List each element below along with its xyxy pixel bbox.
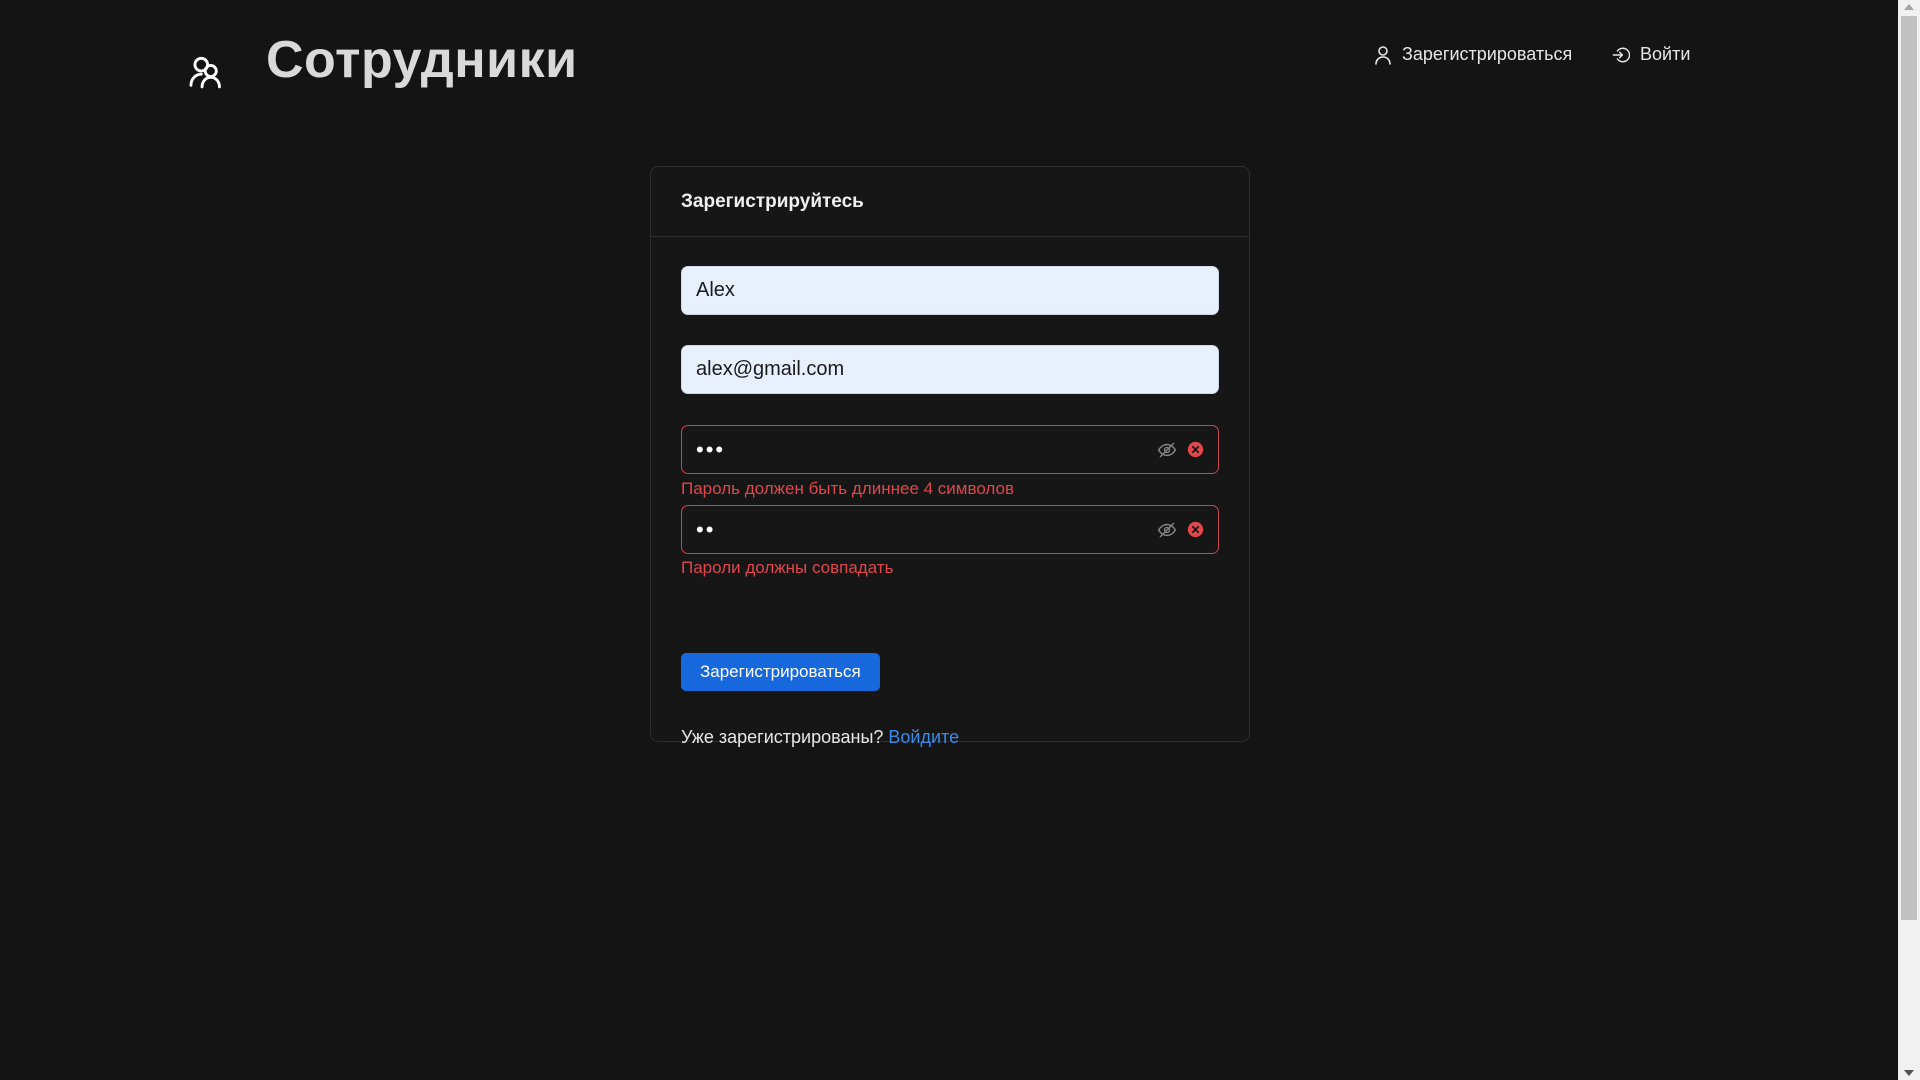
eye-off-icon[interactable] bbox=[1157, 520, 1177, 540]
app-title: Сотрудники bbox=[266, 31, 578, 89]
name-input[interactable]: Alex bbox=[681, 266, 1219, 315]
confirm-password-error: Пароли должны совпадать bbox=[681, 558, 894, 577]
password-value: ••• bbox=[696, 436, 726, 462]
nav-register-link[interactable]: Зарегистрироваться bbox=[1374, 44, 1572, 65]
confirm-password-input[interactable]: •• bbox=[681, 505, 1219, 554]
email-value: alex@gmail.com bbox=[696, 358, 845, 380]
header: Сотрудники Зарегистрироваться Войти bbox=[0, 0, 1898, 120]
close-circle-icon[interactable] bbox=[1187, 521, 1204, 538]
page: Сотрудники Зарегистрироваться Войти Заре… bbox=[0, 0, 1920, 1080]
vertical-scrollbar[interactable] bbox=[1898, 0, 1920, 1080]
confirm-password-value: •• bbox=[696, 516, 716, 542]
password-icons bbox=[1157, 440, 1204, 460]
register-button[interactable]: Зарегистрироваться bbox=[681, 653, 880, 691]
card-title: Зарегистрируйтесь bbox=[651, 167, 1249, 237]
already-registered-text: Уже зарегистрированы? bbox=[681, 727, 884, 747]
login-prompt: Уже зарегистрированы? Войдите bbox=[681, 727, 959, 748]
nav-register-label: Зарегистрироваться bbox=[1402, 44, 1573, 64]
nav-login-label: Войти bbox=[1640, 44, 1691, 64]
password-error: Пароль должен быть длиннее 4 символов bbox=[681, 479, 1015, 498]
name-value: Alex bbox=[696, 279, 735, 301]
scrollbar-thumb[interactable] bbox=[1901, 16, 1917, 920]
nav-login-link[interactable]: Войти bbox=[1612, 44, 1690, 65]
login-link[interactable]: Войдите bbox=[888, 727, 959, 747]
team-icon bbox=[189, 56, 221, 89]
user-icon bbox=[1375, 45, 1391, 65]
password-input[interactable]: ••• bbox=[681, 425, 1219, 474]
login-icon bbox=[1612, 47, 1630, 62]
scroll-down-arrow-icon[interactable] bbox=[1904, 1070, 1914, 1076]
eye-off-icon[interactable] bbox=[1157, 440, 1177, 460]
close-circle-icon[interactable] bbox=[1187, 441, 1204, 458]
confirm-password-icons bbox=[1157, 520, 1204, 540]
scroll-up-arrow-icon[interactable] bbox=[1904, 4, 1914, 10]
register-card: Зарегистрируйтесь Alex alex@gmail.com ••… bbox=[650, 166, 1250, 747]
email-input[interactable]: alex@gmail.com bbox=[681, 345, 1219, 394]
